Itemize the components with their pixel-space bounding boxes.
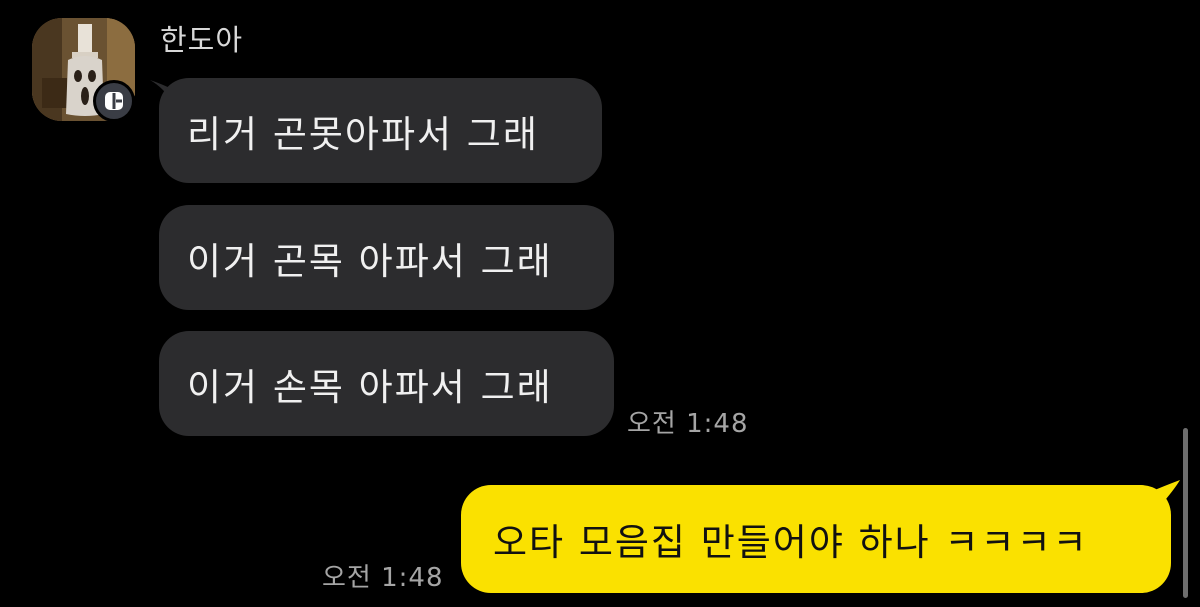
message-text: 오타 모음집 만들어야 하나 ㅋㅋㅋㅋ [493, 521, 1089, 564]
kakao-chat-badge-icon [93, 80, 135, 122]
message-timestamp: 오전 1:48 [322, 563, 444, 593]
incoming-message-bubble[interactable]: 리거 곤못아파서 그래 [159, 78, 602, 183]
message-text: 이거 곤목 아파서 그래 [187, 239, 553, 283]
scrollbar[interactable] [1183, 428, 1188, 598]
incoming-message-bubble[interactable]: 이거 곤목 아파서 그래 [159, 205, 614, 310]
chat-room: 한도아 리거 곤못아파서 그래 이거 곤목 아파서 그래 이거 손목 아파서 그… [0, 0, 1200, 607]
incoming-message-bubble[interactable]: 이거 손목 아파서 그래 [159, 331, 614, 436]
message-text: 리거 곤못아파서 그래 [187, 112, 539, 156]
sender-name: 한도아 [160, 23, 244, 57]
message-text: 이거 손목 아파서 그래 [187, 365, 553, 409]
outgoing-bubble-tail [1150, 480, 1180, 506]
message-timestamp: 오전 1:48 [627, 409, 749, 439]
outgoing-message-bubble[interactable]: 오타 모음집 만들어야 하나 ㅋㅋㅋㅋ [461, 485, 1171, 593]
